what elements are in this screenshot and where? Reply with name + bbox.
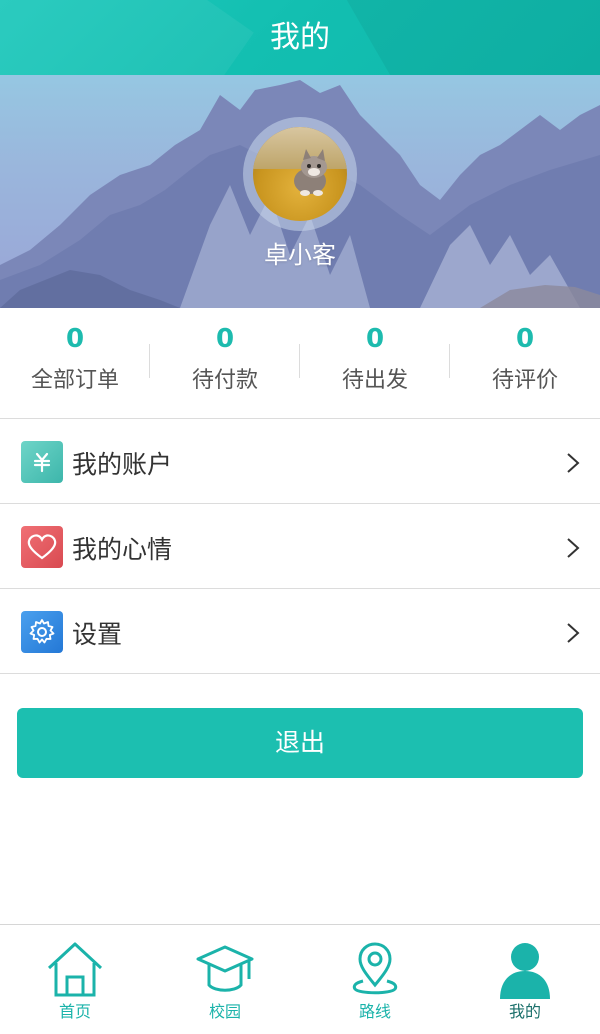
chevron-right-icon	[567, 538, 580, 558]
logout-button[interactable]: 退出	[17, 708, 583, 778]
stat-pending-departure[interactable]: 0 待出发	[300, 308, 450, 418]
stat-label: 待付款	[191, 368, 258, 393]
stat-count: 0	[215, 324, 235, 354]
menu-list: 我的账户 我的心情 设置	[0, 419, 600, 674]
stat-all-orders[interactable]: 0 全部订单	[0, 308, 150, 418]
stat-label: 待评价	[491, 368, 558, 393]
stat-pending-payment[interactable]: 0 待付款	[150, 308, 300, 418]
menu-item-settings[interactable]: 设置	[0, 589, 600, 674]
stat-count: 0	[515, 324, 535, 354]
bottom-tab-bar: 首页 校园 路线 我的	[0, 924, 600, 1034]
stat-pending-review[interactable]: 0 待评价	[450, 308, 600, 418]
cat-photo	[294, 149, 327, 196]
username: 卓小客	[264, 241, 336, 269]
yuan-wallet-icon	[21, 441, 63, 483]
stat-count: 0	[365, 324, 385, 354]
chevron-right-icon	[567, 623, 580, 643]
avatar[interactable]	[253, 127, 347, 221]
graduation-cap-icon	[196, 945, 254, 992]
tab-label: 路线	[358, 1002, 391, 1021]
stat-label: 全部订单	[30, 368, 119, 393]
menu-item-label: 设置	[72, 620, 123, 649]
stat-count: 0	[65, 324, 85, 354]
tab-campus[interactable]: 校园	[150, 925, 300, 1034]
user-icon	[500, 943, 550, 999]
tab-label: 校园	[208, 1002, 241, 1021]
menu-item-mood[interactable]: 我的心情	[0, 504, 600, 589]
menu-item-account[interactable]: 我的账户	[0, 419, 600, 504]
chevron-right-icon	[567, 453, 580, 473]
home-icon	[47, 942, 103, 997]
top-bar: 我的	[0, 0, 600, 75]
heart-icon	[21, 526, 63, 568]
tab-route[interactable]: 路线	[300, 925, 450, 1034]
tab-home[interactable]: 首页	[0, 925, 150, 1034]
stat-label: 待出发	[341, 368, 408, 393]
tab-label: 首页	[58, 1002, 91, 1021]
menu-item-label: 我的心情	[72, 535, 173, 564]
menu-item-label: 我的账户	[72, 450, 173, 479]
gear-icon	[21, 611, 63, 653]
location-pin-icon	[352, 942, 398, 995]
tab-mine[interactable]: 我的	[450, 925, 600, 1034]
tab-label: 我的	[508, 1002, 541, 1021]
profile-banner: 卓小客	[0, 75, 600, 308]
order-stats: 0 全部订单 0 待付款 0 待出发 0 待评价	[0, 308, 600, 419]
page-title: 我的	[270, 20, 330, 55]
